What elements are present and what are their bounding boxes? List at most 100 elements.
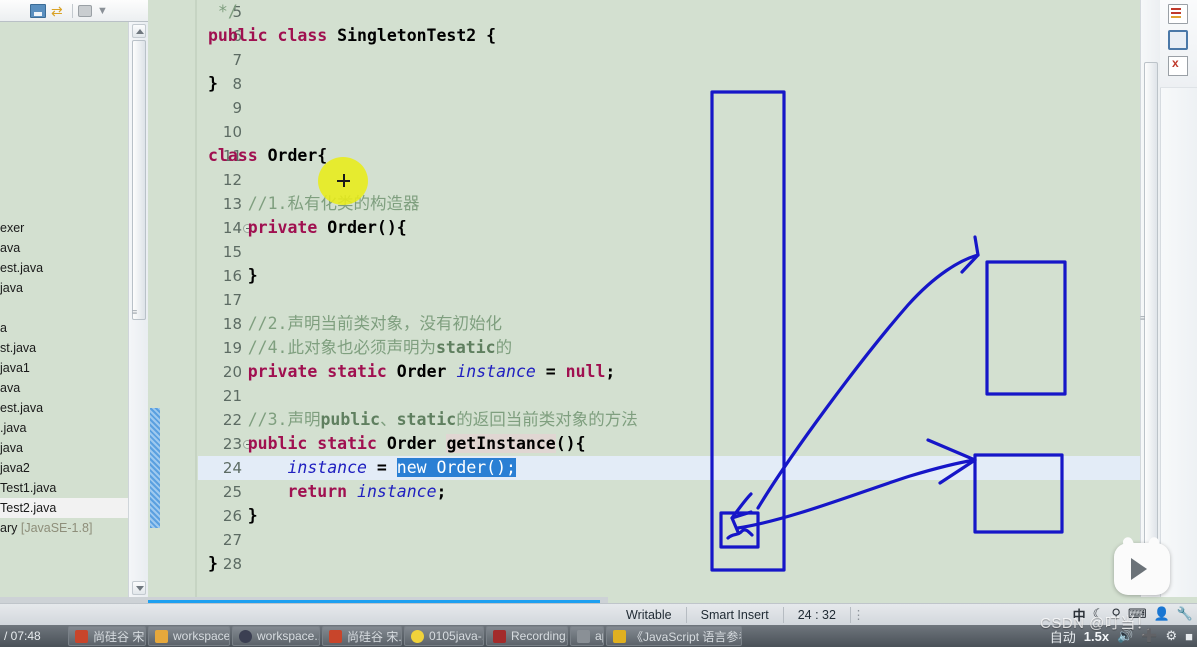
scroll-down-icon[interactable] — [132, 581, 146, 595]
code-token: Order(){ — [317, 218, 407, 237]
code-line[interactable]: 18 //2.声明当前类对象，没有初始化 — [198, 312, 1148, 336]
taskbar-item[interactable]: 0105java-... — [404, 626, 484, 646]
taskbar-item-label: Recording... — [511, 629, 567, 643]
code-line[interactable]: 7 — [198, 48, 1148, 72]
list-item[interactable]: a — [0, 318, 128, 338]
code-line[interactable]: 15 — [198, 240, 1148, 264]
code-text: //3.声明public、static的返回当前类对象的方法 — [208, 410, 638, 429]
line-number: 7 — [232, 51, 242, 69]
line-number: 27 — [222, 531, 242, 549]
user-icon[interactable]: 👤 — [1154, 606, 1170, 622]
line-number: 12 — [222, 171, 242, 189]
code-token: 、 — [380, 410, 397, 429]
help-icon — [613, 629, 626, 643]
status-more-icon[interactable]: ⋮ — [851, 607, 867, 622]
list-item[interactable]: ava — [0, 238, 128, 258]
editor-grip-icon: ≡ — [1140, 313, 1146, 323]
taskbar-item[interactable]: 《JavaScript 语言参考... — [606, 626, 742, 646]
list-item[interactable]: java — [0, 438, 128, 458]
code-token: Order{ — [257, 146, 328, 165]
code-line[interactable]: 8} — [198, 72, 1148, 96]
code-line[interactable]: 22 //3.声明public、static的返回当前类对象的方法 — [198, 408, 1148, 432]
code-line[interactable]: 20 private static Order instance = null; — [198, 360, 1148, 384]
status-bar: Writable Smart Insert 24 : 32 ⋮ — [0, 603, 1197, 625]
document-icon[interactable] — [1168, 4, 1188, 24]
package-explorer[interactable]: exer ava est.java java a st.java java1 ava est.j… — [0, 22, 128, 597]
list-item[interactable]: exer — [0, 218, 128, 238]
taskbar-item[interactable]: workspace... — [232, 626, 320, 646]
list-item[interactable]: Test2.java — [0, 498, 128, 518]
list-item[interactable]: ava — [0, 378, 128, 398]
code-line[interactable]: 17 — [198, 288, 1148, 312]
code-token: = — [535, 362, 566, 381]
list-item-label: Test2.java — [0, 501, 57, 515]
code-line[interactable]: 21 — [198, 384, 1148, 408]
code-line[interactable]: 5 */ — [198, 0, 1148, 24]
editor-scrollbar[interactable] — [1140, 0, 1160, 597]
list-item[interactable]: ary [JavaSE-1.8] — [0, 518, 128, 538]
chevron-down-icon[interactable]: ▼ — [97, 5, 108, 17]
code-line[interactable]: 26 } — [198, 504, 1148, 528]
list-item[interactable]: java2 — [0, 458, 128, 478]
powerpoint-icon — [329, 629, 342, 643]
code-text: class Order{ — [208, 146, 327, 165]
taskbar-item[interactable]: api — [570, 626, 604, 646]
code-line[interactable]: 19 //4.此对象也必须声明为static的 — [198, 336, 1148, 360]
scroll-up-icon[interactable] — [132, 24, 146, 38]
list-item[interactable]: est.java — [0, 398, 128, 418]
list-item[interactable]: .java — [0, 418, 128, 438]
code-text: } — [208, 554, 218, 573]
file-tree[interactable]: exer ava est.java java a st.java java1 ava est.j… — [0, 218, 128, 538]
wrench-icon[interactable]: 🔧 — [1177, 606, 1193, 622]
list-item-label: ava — [0, 241, 21, 255]
code-line[interactable]: 14 private Order(){ — [198, 216, 1148, 240]
list-item[interactable]: Test1.java — [0, 478, 128, 498]
taskbar-item[interactable]: workspace... — [148, 626, 230, 646]
gutter-separator — [195, 0, 197, 597]
code-line[interactable]: 28} — [198, 552, 1148, 576]
play-widget[interactable] — [1114, 535, 1170, 595]
taskbar-item[interactable]: Recording... — [486, 626, 568, 646]
save-icon[interactable] — [30, 3, 46, 18]
code-token: //2. — [208, 314, 288, 333]
list-item[interactable]: java — [0, 278, 128, 298]
code-lines[interactable]: 5 */6 public class SingletonTest2 { 7 8} 9 10… — [198, 0, 1148, 597]
list-item-label: st.java — [0, 341, 37, 355]
print-icon[interactable] — [78, 4, 92, 17]
bulb-icon — [411, 629, 424, 643]
code-line[interactable]: 25 return instance; — [198, 480, 1148, 504]
list-item-label: ary — [0, 521, 18, 535]
sidebar-scroll-thumb[interactable] — [132, 40, 146, 320]
code-token: instance — [357, 482, 437, 501]
list-item[interactable]: st.java — [0, 338, 128, 358]
gear-icon[interactable]: ⚙ — [1165, 628, 1177, 644]
code-line[interactable]: 16 } — [198, 264, 1148, 288]
code-line[interactable]: 6 public class SingletonTest2 { — [198, 24, 1148, 48]
code-token: class — [208, 146, 258, 165]
battery-icon[interactable]: ■ — [1185, 629, 1193, 644]
code-line[interactable]: 9 — [198, 96, 1148, 120]
line-number-gutter — [148, 0, 198, 597]
list-item[interactable]: java1 — [0, 358, 128, 378]
code-line[interactable]: 27 — [198, 528, 1148, 552]
editor-scroll-thumb[interactable] — [1144, 62, 1158, 552]
list-item[interactable]: est.java — [0, 258, 128, 278]
code-text: //4.此对象也必须声明为static的 — [208, 338, 512, 357]
monitor-icon[interactable] — [1168, 30, 1188, 50]
taskbar-item[interactable]: 尚硅谷 宋... — [68, 626, 146, 646]
code-line[interactable]: 10 — [198, 120, 1148, 144]
line-number: 21 — [222, 387, 242, 405]
code-token: } — [208, 266, 258, 285]
taskbar-item[interactable]: 尚硅谷 宋... — [322, 626, 402, 646]
play-icon[interactable] — [1131, 558, 1147, 580]
list-item-label: a — [0, 321, 7, 335]
api-icon — [577, 629, 590, 643]
code-line[interactable]: 23 public static Order getInstance(){ — [198, 432, 1148, 456]
sidebar-grip-icon: ≡ — [132, 307, 138, 317]
sidebar-scrollbar[interactable] — [128, 22, 148, 597]
code-text: //1.私有化类的构造器 — [208, 194, 420, 213]
refresh-icon[interactable]: ⇄ — [51, 4, 67, 18]
code-editor[interactable]: 5 */6 public class SingletonTest2 { 7 8} 9 10… — [148, 0, 1148, 597]
excel-icon[interactable] — [1168, 56, 1188, 76]
code-line[interactable]: 24 instance = new Order(); — [198, 456, 1148, 480]
